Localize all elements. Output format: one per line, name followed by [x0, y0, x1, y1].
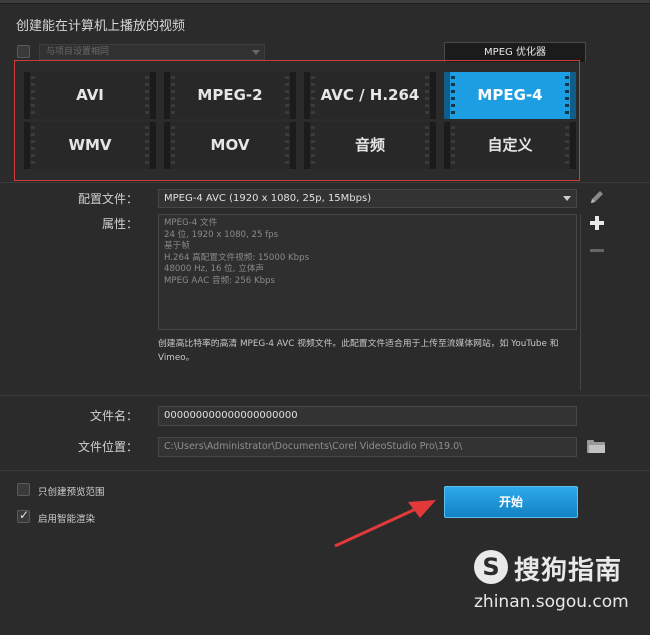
- format-grid: AVI MPEG-2 AVC / H.264 MPEG-4 WMV MOV 音频…: [14, 60, 580, 181]
- plus-icon[interactable]: [587, 214, 607, 236]
- top-border: [0, 0, 650, 4]
- profile-value: MPEG-4 AVC (1920 x 1080, 25p, 15Mbps): [164, 193, 372, 204]
- project-settings-select[interactable]: 与项目设置相同: [39, 44, 265, 60]
- pencil-icon[interactable]: [587, 188, 607, 208]
- property-line: 基于帧: [164, 241, 190, 251]
- preview-range-checkbox[interactable]: [17, 483, 30, 496]
- smart-render-label: 启用智能渲染: [38, 514, 96, 525]
- divider: [0, 470, 650, 471]
- format-tile-wmv[interactable]: WMV: [24, 122, 156, 169]
- profile-label: 配置文件：: [77, 192, 138, 206]
- format-tile-avc-h264[interactable]: AVC / H.264: [304, 72, 436, 119]
- profile-select[interactable]: MPEG-4 AVC (1920 x 1080, 25p, 15Mbps): [158, 189, 577, 208]
- folder-icon[interactable]: [587, 440, 605, 453]
- sogou-logo-icon: S: [474, 550, 508, 584]
- format-tile-mpeg2[interactable]: MPEG-2: [164, 72, 296, 119]
- start-button[interactable]: 开始: [444, 486, 578, 518]
- file-name-input[interactable]: 000000000000000000000: [158, 406, 577, 426]
- file-location-label: 文件位置：: [77, 440, 138, 454]
- divider: [0, 182, 650, 183]
- divider: [0, 395, 650, 396]
- scrollbar[interactable]: [580, 214, 581, 390]
- property-line: MPEG AAC 音频: 256 Kbps: [164, 275, 275, 286]
- watermark-url: zhinan.sogou.com: [474, 592, 629, 612]
- format-tile-audio[interactable]: 音频: [304, 122, 436, 169]
- file-location-input[interactable]: C:\Users\Administrator\Documents\Corel V…: [158, 437, 577, 457]
- watermark: S 搜狗指南 zhinan.sogou.com: [470, 548, 640, 618]
- minus-icon[interactable]: [587, 243, 607, 259]
- mpeg-optimizer-button[interactable]: MPEG 优化器: [444, 42, 586, 62]
- properties-box: MPEG-4 文件 24 位, 1920 x 1080, 25 fps 基于帧 …: [158, 214, 577, 330]
- property-line: 48000 Hz, 16 位, 立体声: [164, 264, 265, 274]
- property-line: H.264 高配置文件视频: 15000 Kbps: [164, 252, 310, 263]
- format-tile-custom[interactable]: 自定义: [444, 122, 576, 169]
- preview-range-label: 只创建预览范围: [38, 487, 105, 498]
- format-tile-avi[interactable]: AVI: [24, 72, 156, 119]
- property-line: 24 位, 1920 x 1080, 25 fps: [164, 229, 279, 240]
- properties-label: 属性：: [101, 217, 138, 231]
- page-heading: 创建能在计算机上播放的视频: [16, 19, 186, 34]
- same-as-project-checkbox[interactable]: [17, 45, 30, 58]
- profile-description: 创建高比特率的高清 MPEG-4 AVC 视频文件。此配置文件适合用于上传至流媒…: [158, 339, 559, 363]
- format-tile-mov[interactable]: MOV: [164, 122, 296, 169]
- file-name-label: 文件名：: [89, 409, 138, 423]
- red-arrow-annotation: [334, 500, 436, 548]
- property-line: MPEG-4 文件: [164, 218, 218, 228]
- chevron-down-icon: [252, 50, 260, 55]
- project-settings-placeholder: 与项目设置相同: [46, 47, 110, 57]
- format-tile-mpeg4[interactable]: MPEG-4: [444, 72, 576, 119]
- watermark-name: 搜狗指南: [514, 556, 623, 586]
- chevron-down-icon: [563, 196, 571, 201]
- smart-render-checkbox[interactable]: [17, 508, 30, 523]
